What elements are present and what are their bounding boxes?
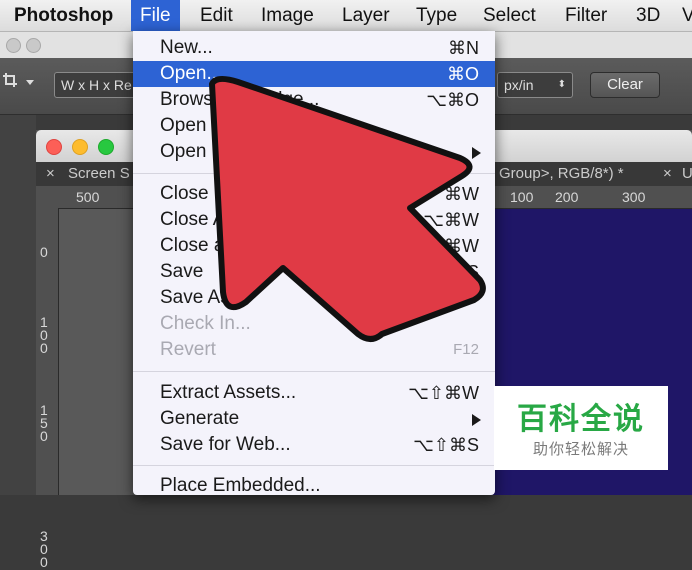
watermark-logo: 百科全说 助你轻松解决 [494,386,668,470]
ruler-label: 300 [40,528,48,570]
watermark-subtitle: 助你轻松解决 [532,441,629,458]
watermark-title: 百科全说 [517,403,645,436]
